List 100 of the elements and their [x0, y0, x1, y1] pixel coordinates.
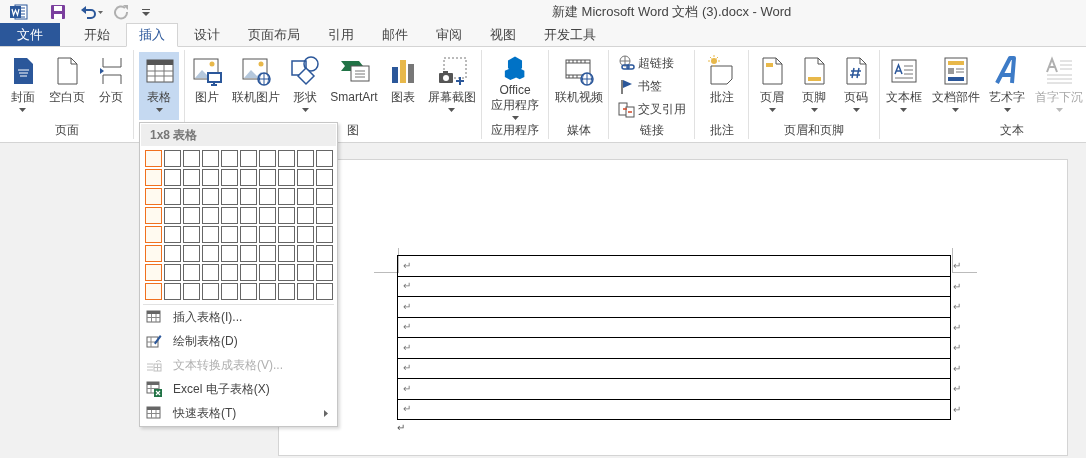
grid-cell[interactable] — [202, 150, 219, 167]
save-icon[interactable] — [50, 4, 66, 20]
grid-cell[interactable] — [164, 283, 181, 300]
ribbon-button[interactable]: 书签 — [615, 75, 688, 97]
grid-cell[interactable] — [221, 188, 238, 205]
grid-cell[interactable] — [316, 207, 333, 224]
ribbon-tab[interactable]: 引用 — [314, 23, 368, 46]
ribbon-button[interactable]: 屏幕截图 — [424, 52, 479, 120]
grid-cell[interactable] — [183, 245, 200, 262]
grid-cell[interactable] — [164, 169, 181, 186]
grid-cell[interactable] — [202, 283, 219, 300]
grid-cell[interactable] — [164, 150, 181, 167]
grid-cell[interactable] — [183, 226, 200, 243]
grid-cell[interactable] — [145, 150, 162, 167]
grid-cell[interactable] — [221, 283, 238, 300]
ribbon-tab[interactable]: 页面布局 — [234, 23, 314, 46]
grid-cell[interactable] — [221, 207, 238, 224]
menu-item[interactable]: 快速表格(T) — [141, 401, 336, 425]
grid-cell[interactable] — [145, 226, 162, 243]
table-cell[interactable]: ↵ — [397, 275, 951, 297]
ribbon-button[interactable]: 表格 — [139, 52, 179, 120]
grid-cell[interactable] — [316, 226, 333, 243]
grid-cell[interactable] — [221, 264, 238, 281]
ribbon-tab[interactable]: 审阅 — [422, 23, 476, 46]
grid-cell[interactable] — [259, 150, 276, 167]
grid-cell[interactable] — [297, 150, 314, 167]
ribbon-button[interactable]: 交叉引用 — [615, 98, 688, 120]
grid-cell[interactable] — [278, 207, 295, 224]
grid-cell[interactable] — [316, 283, 333, 300]
grid-cell[interactable] — [259, 264, 276, 281]
grid-cell[interactable] — [316, 245, 333, 262]
ribbon-button[interactable]: 页码 — [836, 52, 876, 120]
grid-cell[interactable] — [221, 169, 238, 186]
ribbon-button[interactable]: 封面 — [2, 52, 43, 120]
grid-cell[interactable] — [183, 207, 200, 224]
ribbon-button[interactable]: 艺术字 — [985, 52, 1030, 120]
grid-cell[interactable] — [164, 207, 181, 224]
grid-cell[interactable] — [221, 245, 238, 262]
ribbon-tab[interactable]: 视图 — [476, 23, 530, 46]
grid-cell[interactable] — [297, 207, 314, 224]
grid-cell[interactable] — [278, 169, 295, 186]
grid-cell[interactable] — [240, 283, 257, 300]
table-cell[interactable]: ↵ — [397, 337, 951, 359]
grid-cell[interactable] — [183, 150, 200, 167]
grid-cell[interactable] — [259, 207, 276, 224]
grid-cell[interactable] — [259, 226, 276, 243]
grid-cell[interactable] — [145, 169, 162, 186]
grid-cell[interactable] — [278, 150, 295, 167]
grid-cell[interactable] — [259, 188, 276, 205]
grid-cell[interactable] — [297, 245, 314, 262]
grid-cell[interactable] — [221, 150, 238, 167]
ribbon-button[interactable]: 形状 — [285, 52, 326, 120]
ribbon-tab[interactable]: 邮件 — [368, 23, 422, 46]
grid-cell[interactable] — [202, 226, 219, 243]
grid-cell[interactable] — [145, 264, 162, 281]
ribbon-tab[interactable]: 设计 — [180, 23, 234, 46]
grid-cell[interactable] — [221, 226, 238, 243]
table-cell[interactable]: ↵ — [397, 378, 951, 400]
menu-item[interactable]: Excel 电子表格(X) — [141, 377, 336, 401]
grid-cell[interactable] — [240, 169, 257, 186]
ribbon-button[interactable]: 分页 — [90, 52, 131, 120]
grid-cell[interactable] — [297, 226, 314, 243]
customize-icon[interactable] — [142, 8, 150, 16]
ribbon-button[interactable]: 文本框 — [882, 52, 926, 120]
grid-cell[interactable] — [316, 264, 333, 281]
ribbon-button[interactable]: 图表 — [382, 52, 423, 120]
grid-cell[interactable] — [202, 207, 219, 224]
grid-cell[interactable] — [145, 245, 162, 262]
grid-cell[interactable] — [278, 283, 295, 300]
grid-cell[interactable] — [145, 207, 162, 224]
menu-item[interactable]: 绘制表格(D) — [141, 329, 336, 353]
ribbon-button[interactable]: 联机图片 — [229, 52, 284, 120]
grid-cell[interactable] — [240, 245, 257, 262]
menu-item[interactable]: 插入表格(I)... — [141, 305, 336, 329]
ribbon-button[interactable]: 超链接 — [615, 52, 688, 74]
grid-cell[interactable] — [202, 245, 219, 262]
grid-cell[interactable] — [240, 188, 257, 205]
grid-cell[interactable] — [240, 150, 257, 167]
grid-cell[interactable] — [240, 207, 257, 224]
grid-cell[interactable] — [278, 188, 295, 205]
grid-cell[interactable] — [297, 188, 314, 205]
grid-cell[interactable] — [164, 188, 181, 205]
table-cell[interactable]: ↵ — [397, 398, 951, 420]
table-cell[interactable]: ↵ — [397, 255, 951, 277]
file-tab[interactable]: 文件 — [0, 23, 60, 46]
grid-cell[interactable] — [297, 283, 314, 300]
grid-cell[interactable] — [259, 245, 276, 262]
grid-cell[interactable] — [278, 226, 295, 243]
ribbon-button[interactable]: SmartArt — [327, 52, 381, 120]
ribbon-button[interactable]: 联机视频 — [551, 52, 606, 120]
grid-cell[interactable] — [164, 264, 181, 281]
grid-cell[interactable] — [316, 169, 333, 186]
grid-cell[interactable] — [183, 264, 200, 281]
grid-cell[interactable] — [259, 169, 276, 186]
table-cell[interactable]: ↵ — [397, 316, 951, 338]
grid-cell[interactable] — [316, 188, 333, 205]
grid-cell[interactable] — [297, 169, 314, 186]
grid-cell[interactable] — [183, 188, 200, 205]
table-cell[interactable]: ↵ — [397, 357, 951, 379]
table-cell[interactable]: ↵ — [397, 296, 951, 318]
